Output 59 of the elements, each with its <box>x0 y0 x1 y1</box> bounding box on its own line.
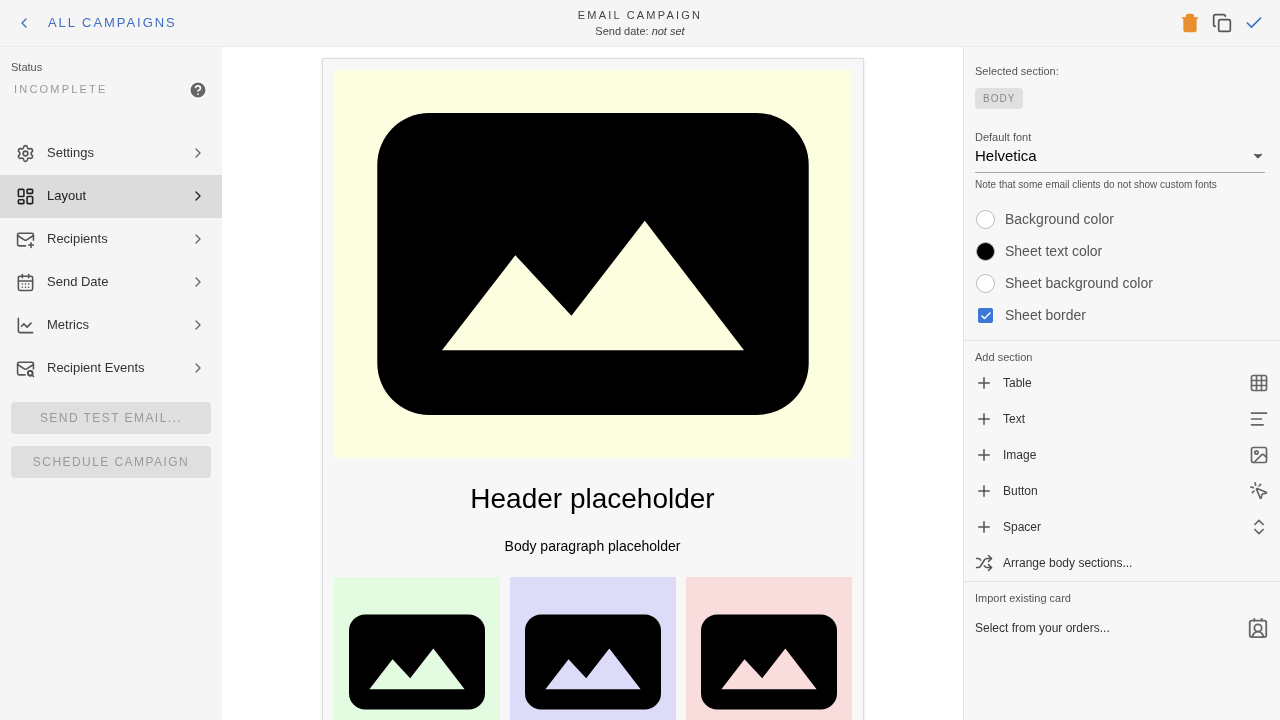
nav-item[interactable]: Metrics <box>0 303 222 347</box>
nav-item[interactable]: Recipient Events <box>0 346 222 390</box>
text-lines-icon <box>1249 409 1269 429</box>
image-icon <box>1249 445 1269 465</box>
add-section-item[interactable]: Button <box>975 473 1269 509</box>
selected-section-label: Selected section: <box>975 64 1060 79</box>
nav-item[interactable]: Send Date <box>0 260 222 304</box>
add-section-item[interactable]: Table <box>975 365 1269 401</box>
import-item[interactable]: Select from your orders... <box>975 606 1269 649</box>
add-section-item[interactable]: Image <box>975 437 1269 473</box>
image-tile[interactable] <box>509 577 676 720</box>
section-badge: BODY <box>975 87 1024 109</box>
status-label: Status <box>10 60 44 75</box>
plus-icon <box>975 410 993 428</box>
gear-icon <box>16 143 35 163</box>
plus-icon <box>975 518 993 536</box>
font-note: Note that some email clients do not show custom fonts <box>975 177 1218 192</box>
option-label: Sheet text color <box>1005 242 1103 261</box>
email-body-text[interactable]: Body paragraph placeholder <box>504 536 681 557</box>
grid-icon <box>1249 373 1269 393</box>
shuffle-icon <box>975 554 993 572</box>
plus-icon <box>975 374 993 392</box>
image-tile[interactable] <box>333 577 500 720</box>
dashboard-icon <box>16 186 35 206</box>
send-date-text: Send date: not set <box>595 24 685 39</box>
help-icon[interactable] <box>188 79 208 100</box>
image-tile[interactable] <box>685 577 852 720</box>
color-swatch[interactable] <box>976 210 995 229</box>
add-section-item[interactable]: Text <box>975 401 1269 437</box>
copy-button[interactable] <box>1212 13 1232 33</box>
option-label: Sheet background color <box>1005 274 1153 293</box>
arrange-sections-item[interactable]: Arrange body sections... <box>975 545 1269 581</box>
card-person-icon <box>1247 616 1269 639</box>
checkbox[interactable] <box>978 308 993 323</box>
envelope-search-icon <box>16 358 35 378</box>
hero-image-section[interactable] <box>333 70 852 458</box>
nav-item[interactable]: Settings <box>0 131 222 175</box>
page-title: EMAIL CAMPAIGN <box>577 7 703 23</box>
email-header[interactable]: Header placeholder <box>470 478 715 520</box>
color-swatch[interactable] <box>976 274 995 293</box>
calendar-icon <box>16 272 35 292</box>
plus-icon <box>975 482 993 500</box>
nav-item[interactable]: Recipients <box>0 217 222 261</box>
image-placeholder-icon <box>376 113 809 415</box>
status-value: INCOMPLETE <box>14 82 108 98</box>
envelope-plus-icon <box>16 229 35 249</box>
font-label: Default font <box>975 129 1033 145</box>
option-label: Sheet border <box>1005 306 1086 325</box>
nav-item[interactable]: Layout <box>0 174 222 218</box>
add-section-item[interactable]: Spacer <box>975 509 1269 545</box>
import-label: Import existing card <box>975 591 1072 606</box>
pointer-icon <box>1249 481 1269 501</box>
add-section-label: Add section <box>975 349 1034 365</box>
line-chart-icon <box>16 315 35 335</box>
option-label: Background color <box>1005 210 1114 229</box>
plus-icon <box>975 446 993 464</box>
font-select[interactable]: Helvetica <box>975 145 1265 173</box>
color-swatch[interactable] <box>976 242 995 261</box>
back-link[interactable]: ALL CAMPAIGNS <box>16 13 316 33</box>
